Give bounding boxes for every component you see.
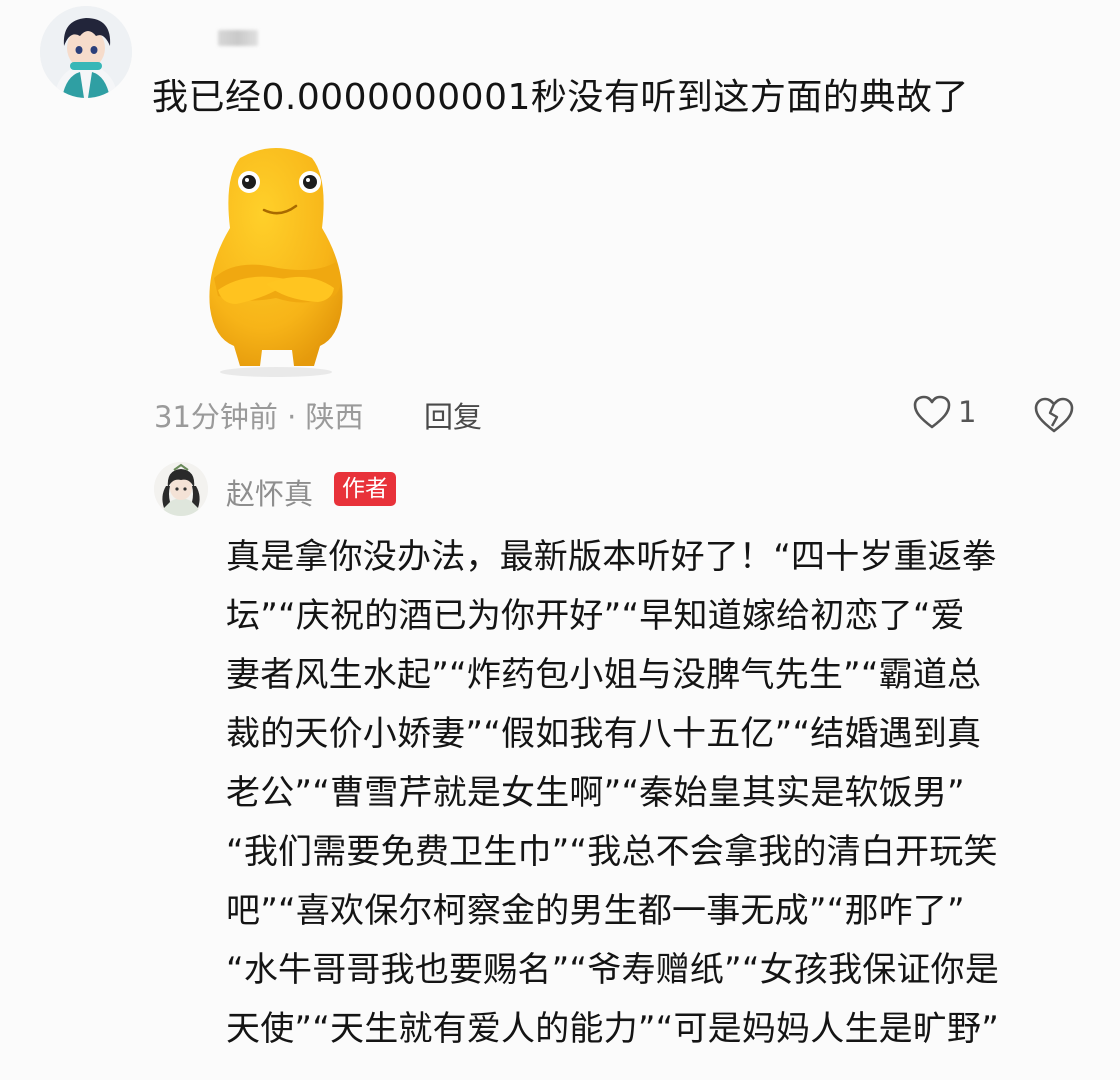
comment-thread: 我已经0.0000000001秒没有听到这方面的典故了 31分钟前 · 陕西 回… xyxy=(0,0,1120,1080)
reply-line: 妻者风生水起”“炸药包小姐与没脾气先生”“霸道总 xyxy=(226,655,982,695)
author-avatar[interactable] xyxy=(154,462,208,516)
dislike-button[interactable] xyxy=(1032,396,1076,438)
like-button[interactable]: 1 xyxy=(912,394,976,430)
reply-line: 真是拿你没办法，最新版本听好了！“四十岁重返拳 xyxy=(226,537,997,577)
like-count: 1 xyxy=(958,395,977,429)
yellow-blob-sticker[interactable] xyxy=(196,138,356,378)
yellow-blob-sticker-icon xyxy=(209,148,343,377)
reply-line: 坛”“庆祝的酒已为你开好”“早知道嫁给初恋了“爱 xyxy=(226,596,965,636)
comment-text: 我已经0.0000000001秒没有听到这方面的典故了 xyxy=(152,77,969,118)
author-badge: 作者 xyxy=(334,472,396,506)
reply-line: 吧”“喜欢保尔柯察金的男生都一事无成”“那咋了” xyxy=(226,891,965,931)
commenter-avatar[interactable] xyxy=(40,6,132,98)
comment-meta: 31分钟前 · 陕西 xyxy=(154,400,364,434)
reply-line: 裁的天价小娇妻”“假如我有八十五亿”“结婚遇到真 xyxy=(226,714,982,754)
reply-line: 天使”“天生就有爱人的能力”“可是妈妈人生是旷野” xyxy=(226,1009,1000,1049)
reply-text: 真是拿你没办法，最新版本听好了！“四十岁重返拳 坛”“庆祝的酒已为你开好”“早知… xyxy=(226,528,1076,1059)
author-avatar-icon xyxy=(154,462,208,516)
reply-button[interactable]: 回复 xyxy=(424,394,482,436)
anime-boy-avatar-icon xyxy=(40,6,132,98)
commenter-name-redacted xyxy=(218,30,258,46)
broken-heart-icon xyxy=(1034,397,1074,433)
heart-icon xyxy=(913,395,951,429)
reply-line: “水牛哥哥我也要赐名”“爷寿赠纸”“女孩我保证你是 xyxy=(226,950,1000,990)
reply-author-name[interactable]: 赵怀真 xyxy=(226,471,313,513)
reply-line: 老公”“曹雪芹就是女生啊”“秦始皇其实是软饭男” xyxy=(226,773,965,813)
reply-line: “我们需要免费卫生巾”“我总不会拿我的清白开玩笑 xyxy=(226,832,998,872)
